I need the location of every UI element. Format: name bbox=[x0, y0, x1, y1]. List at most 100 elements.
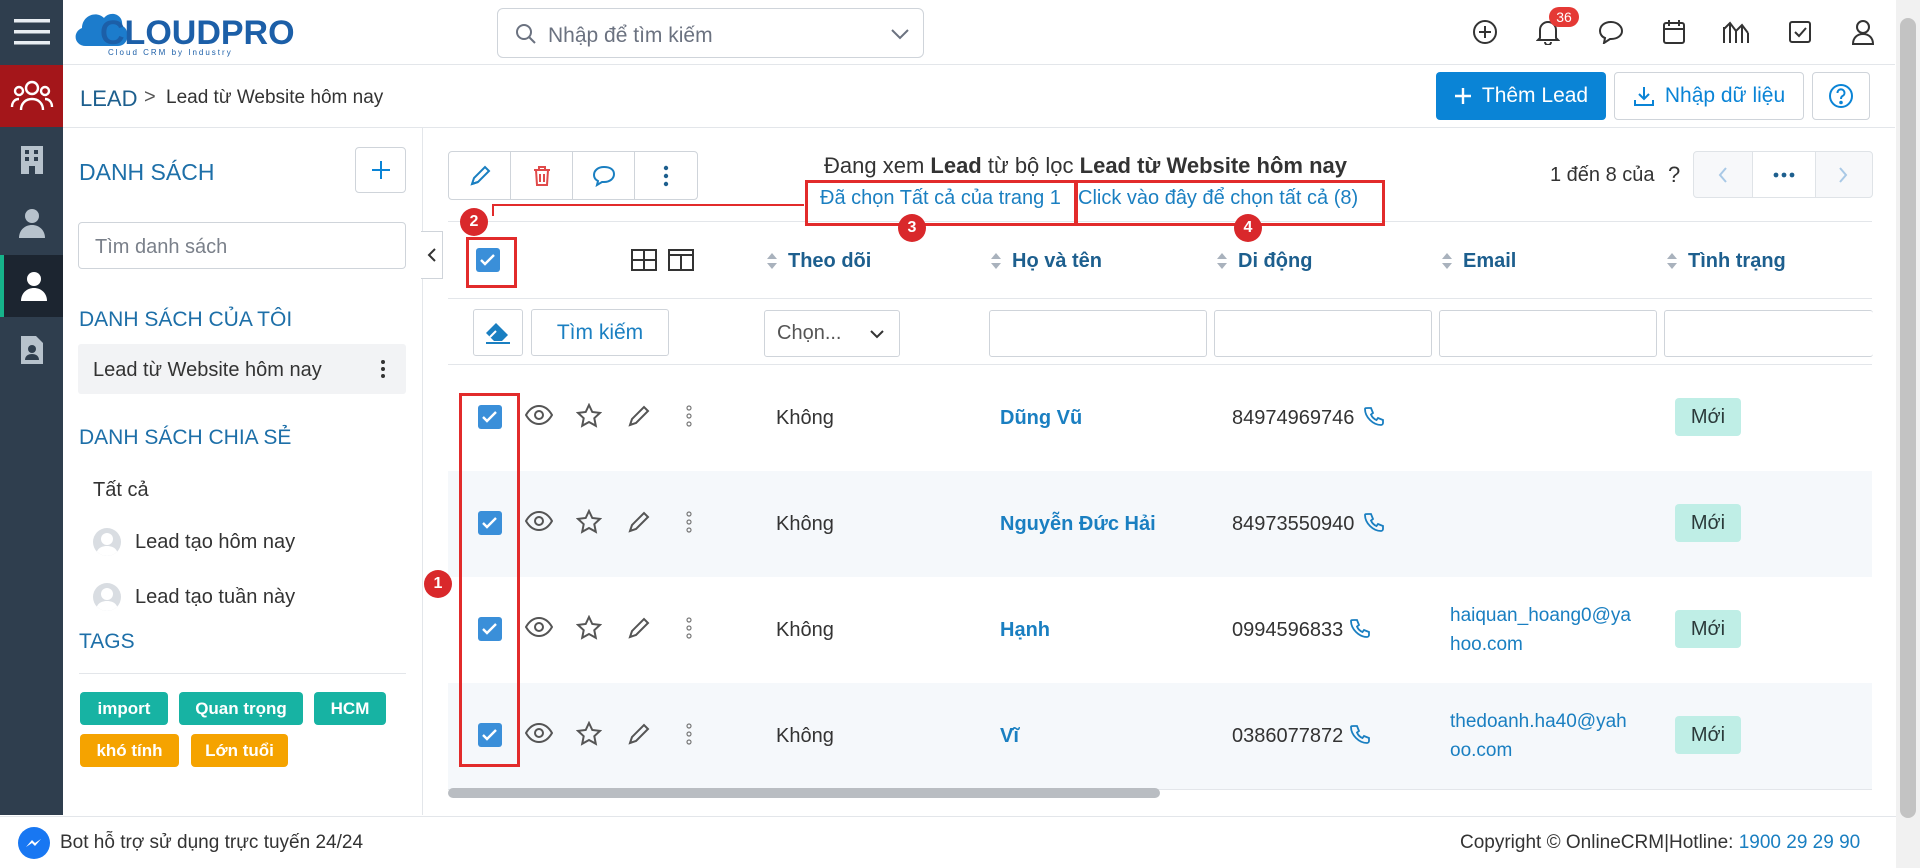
grid-view-icon[interactable] bbox=[631, 249, 657, 271]
lead-name-link[interactable]: Dũng Vũ bbox=[1000, 407, 1082, 430]
import-button[interactable]: Nhập dữ liệu bbox=[1614, 72, 1804, 120]
shared-list-all[interactable]: Tất cả bbox=[93, 479, 149, 502]
column-header-mobile[interactable]: Di động bbox=[1238, 250, 1312, 273]
collapse-sidebar-toggle[interactable] bbox=[421, 231, 443, 279]
edit-button[interactable] bbox=[448, 151, 512, 200]
shared-list-week[interactable]: Lead tạo tuần này bbox=[135, 586, 295, 609]
sort-icon[interactable] bbox=[1441, 252, 1453, 270]
messenger-icon[interactable] bbox=[18, 827, 50, 859]
list-search-field[interactable]: Tìm danh sách bbox=[78, 222, 406, 269]
breadcrumb-separator: > bbox=[144, 86, 156, 108]
table-row[interactable] bbox=[448, 471, 1872, 578]
column-header-name[interactable]: Họ và tên bbox=[1012, 250, 1102, 273]
tag-import[interactable]: import bbox=[80, 692, 168, 725]
rail-document-icon[interactable] bbox=[0, 320, 63, 380]
sort-icon[interactable] bbox=[990, 252, 1002, 270]
lead-name-link[interactable]: Nguyễn Đức Hải bbox=[1000, 513, 1156, 536]
sort-icon[interactable] bbox=[766, 252, 778, 270]
menu-icon[interactable] bbox=[0, 2, 63, 62]
chat-bubble-icon bbox=[592, 165, 616, 187]
horizontal-scrollbar-thumb[interactable] bbox=[448, 788, 1160, 798]
chevron-down-icon[interactable] bbox=[890, 27, 910, 41]
viewing-module: Lead bbox=[930, 153, 982, 178]
eye-icon[interactable] bbox=[525, 722, 553, 744]
more-vertical-icon[interactable] bbox=[686, 723, 692, 745]
mobile-filter-input[interactable] bbox=[1214, 310, 1432, 357]
clear-filter-button[interactable] bbox=[473, 309, 523, 356]
pencil-icon[interactable] bbox=[627, 616, 651, 640]
more-vertical-icon[interactable] bbox=[380, 359, 386, 379]
page-jump-button[interactable] bbox=[1752, 152, 1816, 197]
pencil-icon[interactable] bbox=[627, 404, 651, 428]
tag-hcm[interactable]: HCM bbox=[314, 692, 386, 725]
eye-icon[interactable] bbox=[525, 616, 553, 638]
rail-lead-icon[interactable] bbox=[0, 255, 63, 317]
add-lead-button[interactable]: Thêm Lead bbox=[1436, 72, 1606, 120]
support-bot-text[interactable]: Bot hỗ trợ sử dụng trực tuyến 24/24 bbox=[60, 832, 363, 854]
email-filter-input[interactable] bbox=[1439, 310, 1657, 357]
task-check-icon[interactable] bbox=[1782, 14, 1818, 50]
star-icon[interactable] bbox=[576, 721, 602, 747]
pencil-icon[interactable] bbox=[627, 510, 651, 534]
rail-contact-icon[interactable] bbox=[0, 193, 63, 253]
search-filter-button[interactable]: Tìm kiếm bbox=[531, 309, 669, 356]
global-search[interactable]: Nhập để tìm kiếm bbox=[497, 8, 924, 58]
email-link[interactable]: thedoanh.ha40@yah oo.com bbox=[1450, 707, 1650, 765]
lead-name-link[interactable]: Vĩ bbox=[1000, 725, 1019, 748]
star-icon[interactable] bbox=[576, 615, 602, 641]
column-header-follow[interactable]: Theo dõi bbox=[788, 250, 871, 273]
shared-list-today[interactable]: Lead tạo hôm nay bbox=[135, 531, 295, 554]
sort-icon[interactable] bbox=[1666, 252, 1678, 270]
sidebar-title: DANH SÁCH bbox=[79, 159, 215, 185]
delete-button[interactable] bbox=[510, 151, 574, 200]
star-icon[interactable] bbox=[576, 509, 602, 535]
vertical-scrollbar-thumb[interactable] bbox=[1900, 18, 1916, 818]
table-row[interactable] bbox=[448, 577, 1872, 684]
my-lists-title: DANH SÁCH CỦA TÔI bbox=[79, 308, 293, 331]
split-view-icon[interactable] bbox=[668, 249, 694, 271]
hotline-number[interactable]: 1900 29 29 90 bbox=[1739, 832, 1861, 853]
eye-icon[interactable] bbox=[525, 510, 553, 532]
more-actions-button[interactable] bbox=[634, 151, 698, 200]
more-vertical-icon[interactable] bbox=[686, 405, 692, 427]
chat-icon[interactable] bbox=[1593, 14, 1629, 50]
email-link[interactable]: haiquan_hoang0@ya hoo.com bbox=[1450, 601, 1650, 659]
table-row[interactable] bbox=[448, 683, 1872, 790]
pagination-total-unknown[interactable]: ? bbox=[1668, 162, 1680, 188]
sidebar-item-my-list[interactable]: Lead từ Website hôm nay bbox=[78, 344, 406, 394]
phone-icon[interactable] bbox=[1350, 618, 1370, 638]
calendar-icon[interactable] bbox=[1656, 14, 1692, 50]
more-vertical-icon[interactable] bbox=[686, 617, 692, 639]
pencil-icon[interactable] bbox=[627, 722, 651, 746]
add-circle-icon[interactable] bbox=[1467, 14, 1503, 50]
rail-customers-icon[interactable] bbox=[0, 65, 63, 127]
phone-icon[interactable] bbox=[1350, 724, 1370, 744]
user-profile-icon[interactable] bbox=[1845, 14, 1881, 50]
add-list-button[interactable] bbox=[355, 147, 406, 193]
breadcrumb-module[interactable]: LEAD bbox=[80, 86, 137, 112]
comment-button[interactable] bbox=[572, 151, 636, 200]
column-header-email[interactable]: Email bbox=[1463, 250, 1516, 273]
sort-icon[interactable] bbox=[1216, 252, 1228, 270]
status-filter-input[interactable] bbox=[1664, 310, 1873, 357]
eye-icon[interactable] bbox=[525, 404, 553, 426]
tag-difficult[interactable]: khó tính bbox=[80, 734, 179, 767]
help-button[interactable] bbox=[1812, 72, 1870, 120]
tag-elderly[interactable]: Lớn tuổi bbox=[191, 734, 288, 767]
prev-page-button[interactable] bbox=[1694, 152, 1752, 197]
lead-name-link[interactable]: Hạnh bbox=[1000, 619, 1050, 642]
report-chart-icon[interactable] bbox=[1719, 14, 1755, 50]
column-header-status[interactable]: Tình trạng bbox=[1688, 250, 1786, 273]
table-row[interactable] bbox=[448, 365, 1872, 472]
next-page-button[interactable] bbox=[1814, 152, 1872, 197]
phone-icon[interactable] bbox=[1364, 406, 1384, 426]
star-icon[interactable] bbox=[576, 403, 602, 429]
cloudpro-logo[interactable]: CLOUDPRO Cloud CRM by Industry bbox=[72, 6, 302, 57]
search-input[interactable]: Nhập để tìm kiếm bbox=[548, 24, 713, 48]
rail-building-icon[interactable] bbox=[0, 130, 63, 190]
name-filter-input[interactable] bbox=[989, 310, 1207, 357]
more-vertical-icon[interactable] bbox=[686, 511, 692, 533]
tag-important[interactable]: Quan trọng bbox=[179, 692, 303, 725]
follow-filter-select[interactable]: Chọn... bbox=[764, 310, 900, 357]
phone-icon[interactable] bbox=[1364, 512, 1384, 532]
